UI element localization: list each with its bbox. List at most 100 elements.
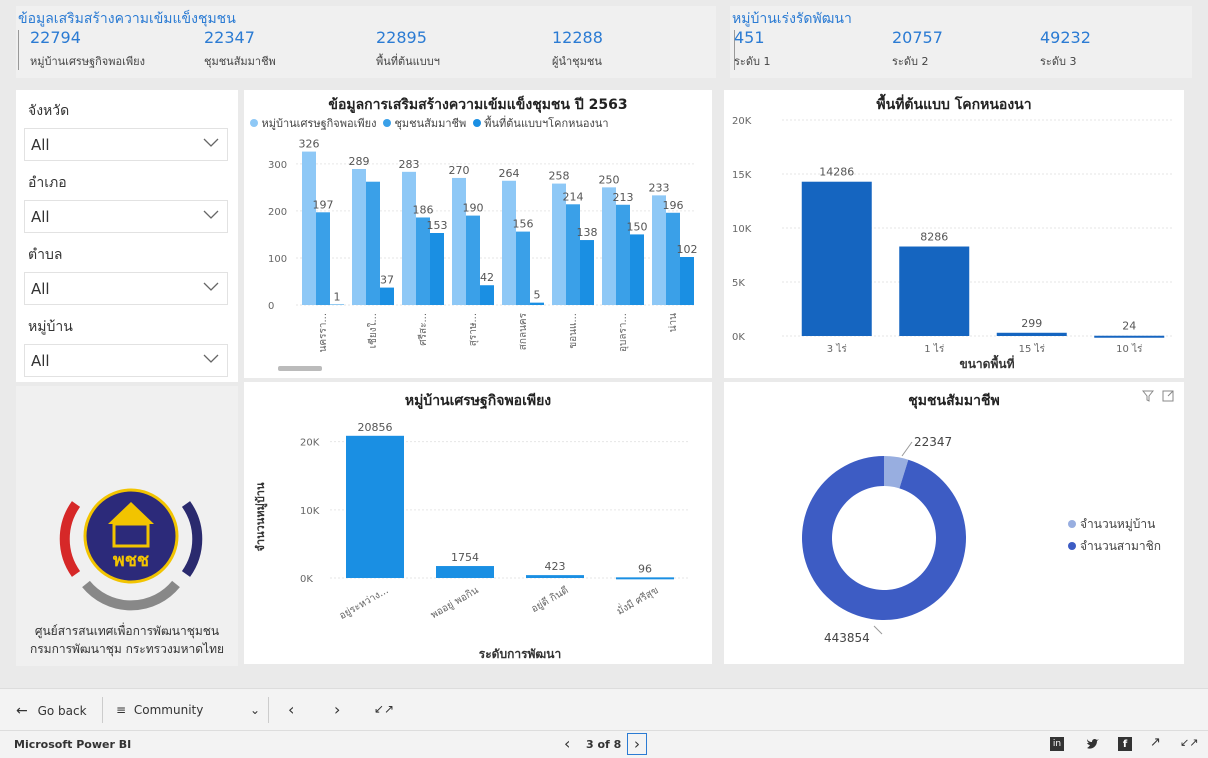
y-axis-title: จำนวนหมู่บ้าน bbox=[254, 482, 268, 551]
divider bbox=[268, 697, 269, 723]
legend-label: ชุมชนสัมมาชีพ bbox=[394, 117, 467, 130]
bar bbox=[436, 566, 494, 578]
filter-icon[interactable] bbox=[1142, 390, 1154, 402]
data-label: 5 bbox=[534, 289, 541, 302]
data-label: 20856 bbox=[358, 421, 393, 434]
list-icon: ≡ bbox=[116, 703, 127, 717]
y-tick-label: 300 bbox=[268, 160, 287, 171]
organization-logo: พชช bbox=[59, 488, 203, 611]
legend-marker bbox=[382, 119, 391, 127]
district-dropdown[interactable]: All bbox=[24, 200, 228, 233]
data-label: 213 bbox=[613, 191, 634, 204]
y-tick-label: 200 bbox=[268, 207, 287, 218]
twitter-icon[interactable] bbox=[1086, 738, 1100, 750]
x-tick-label: อุบลรา... bbox=[618, 313, 629, 352]
data-label: 14286 bbox=[819, 166, 854, 179]
data-label: 37 bbox=[380, 274, 394, 287]
bar bbox=[1094, 335, 1165, 338]
x-tick-label: น่าน bbox=[668, 313, 679, 332]
data-label: 214 bbox=[563, 190, 584, 203]
chart-livelihood-community: ชุมชนสัมมาชีพ 22347 443854 จำนวนหมู่บ้าน จำ… bbox=[724, 382, 1184, 664]
x-tick-label: ขอนแ... bbox=[568, 313, 579, 349]
data-label: 443854 bbox=[824, 631, 870, 645]
fullscreen-icon[interactable]: ↙↗ bbox=[1180, 736, 1198, 749]
x-tick-label: พออยู่ พอกิน bbox=[429, 585, 481, 621]
x-tick-label: สกลนคร bbox=[518, 312, 529, 350]
data-label: 299 bbox=[1021, 317, 1042, 330]
y-tick-label: 5K bbox=[732, 278, 745, 289]
facebook-icon[interactable]: f bbox=[1118, 737, 1132, 751]
go-back-button[interactable]: ← Go back bbox=[16, 703, 87, 719]
data-label: 196 bbox=[663, 199, 684, 212]
bar-chart: 0K 10K 20K 20856 อยู่ระหว่าง... 1754 พออยู่ พอ… bbox=[254, 421, 690, 661]
data-label: 270 bbox=[449, 164, 470, 177]
legend-label: พื้นที่ต้นแบบฯโคกหนองนา bbox=[484, 117, 609, 130]
data-label: 8286 bbox=[920, 231, 948, 244]
linkedin-icon[interactable]: in bbox=[1050, 737, 1064, 751]
data-label: 153 bbox=[427, 219, 448, 232]
previous-page-button[interactable]: ‹ bbox=[288, 700, 294, 719]
x-tick-label: 1 ไร่ bbox=[924, 343, 945, 355]
chevron-down-icon bbox=[203, 138, 219, 147]
legend-marker bbox=[472, 119, 481, 127]
chevron-down-icon bbox=[203, 210, 219, 219]
slicer-panel: จังหวัด All อำเภอ All ตำบล All หมู่บ้าน … bbox=[16, 90, 238, 382]
x-tick-label: ศรีสะ... bbox=[417, 313, 429, 346]
legend-marker bbox=[1068, 542, 1076, 550]
x-axis-title: ระดับการพัฒนา bbox=[479, 647, 561, 661]
bar bbox=[380, 287, 394, 305]
focus-mode-icon[interactable] bbox=[1162, 390, 1174, 402]
data-label: 150 bbox=[627, 220, 648, 233]
x-tick-label: อยู่ดี กินดี bbox=[529, 584, 570, 615]
bar bbox=[602, 187, 616, 305]
data-label: 138 bbox=[577, 226, 598, 239]
donut-slice bbox=[802, 456, 966, 620]
kpi-value: 20757 bbox=[892, 28, 943, 47]
next-page-button[interactable]: › bbox=[334, 700, 340, 719]
bar bbox=[666, 212, 680, 305]
legend-marker bbox=[250, 119, 258, 127]
page-selector[interactable]: ≡ Community ⌄ bbox=[116, 703, 260, 717]
bar bbox=[652, 195, 666, 305]
data-label: 24 bbox=[1122, 320, 1136, 333]
kpi-label: หมู่บ้านเศรษฐกิจพอเพียง bbox=[30, 55, 145, 68]
previous-page-footer-button[interactable]: ‹ bbox=[564, 734, 570, 753]
legend-label: จำนวนหมู่บ้าน bbox=[1080, 517, 1155, 532]
kpi-value: 22347 bbox=[204, 28, 255, 47]
share-icon[interactable]: ↗ bbox=[1150, 735, 1161, 750]
header-left-divider bbox=[18, 30, 19, 70]
data-label: 423 bbox=[545, 560, 566, 573]
slicer-label-village: หมู่บ้าน bbox=[28, 319, 73, 335]
kpi-value: 49232 bbox=[1040, 28, 1091, 47]
page-counter: 3 of 8 bbox=[586, 738, 622, 751]
header-left-title: ข้อมูลเสริมสร้างความเข้มแข็งชุมชน bbox=[18, 11, 236, 27]
slicer-label-province: จังหวัด bbox=[28, 103, 70, 119]
data-label: 289 bbox=[349, 155, 370, 168]
y-tick-label: 0K bbox=[300, 574, 313, 585]
data-label: 22347 bbox=[914, 435, 952, 449]
data-label: 156 bbox=[513, 218, 534, 231]
bar bbox=[526, 575, 584, 578]
data-label: 96 bbox=[638, 562, 652, 575]
collapse-icon[interactable]: ↙↗ bbox=[374, 702, 394, 716]
x-tick-label: สุราษ... bbox=[468, 313, 479, 346]
arrow-left-icon: ← bbox=[16, 703, 28, 719]
bar bbox=[352, 169, 366, 305]
chart-title: ชุมชนสัมมาชีพ bbox=[908, 393, 1000, 409]
donut-chart: 22347 443854 จำนวนหมู่บ้านจำนวนสามาชิก bbox=[802, 435, 1161, 645]
data-label: 1754 bbox=[451, 551, 479, 564]
data-label: 326 bbox=[299, 138, 320, 151]
subdistrict-dropdown[interactable]: All bbox=[24, 272, 228, 305]
bar bbox=[899, 246, 970, 336]
data-label: 190 bbox=[463, 202, 484, 215]
y-tick-label: 0K bbox=[732, 332, 745, 343]
bar bbox=[996, 332, 1067, 336]
y-tick-label: 10K bbox=[732, 224, 752, 235]
data-label: 258 bbox=[549, 170, 570, 183]
bar bbox=[566, 204, 580, 305]
province-dropdown[interactable]: All bbox=[24, 128, 228, 161]
leader-line bbox=[873, 625, 883, 635]
village-dropdown[interactable]: All bbox=[24, 344, 228, 377]
y-tick-label: 0 bbox=[268, 301, 274, 312]
next-page-footer-button[interactable]: › bbox=[627, 733, 647, 755]
